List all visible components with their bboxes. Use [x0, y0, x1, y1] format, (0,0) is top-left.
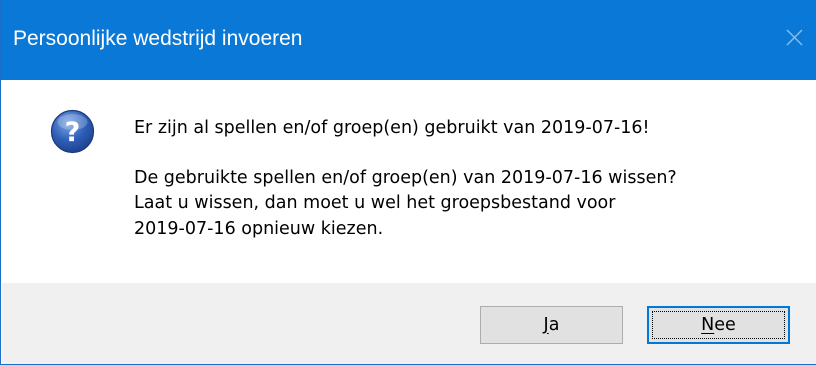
svg-text:?: ? [65, 117, 81, 148]
question-icon: ? [50, 109, 95, 154]
message-line-1: Er zijn al spellen en/of groep(en) gebru… [134, 118, 650, 138]
message-line-2: De gebruikte spellen en/of groep(en) van… [134, 168, 677, 188]
yes-button-label: Ja [543, 315, 560, 335]
message-line-3: Laat u wissen, dan moet u wel het groeps… [134, 193, 616, 213]
yes-button[interactable]: Ja [480, 306, 623, 344]
message-line-4: 2019-07-16 opnieuw kiezen. [134, 219, 384, 239]
close-button[interactable] [771, 14, 816, 60]
focus-ring [652, 311, 785, 339]
window-title: Persoonlijke wedstrijd invoeren [13, 27, 303, 50]
no-button[interactable]: Nee [647, 306, 790, 344]
close-icon [786, 29, 803, 46]
title-bar[interactable]: Persoonlijke wedstrijd invoeren [1, 0, 816, 80]
dialog-window: Persoonlijke wedstrijd invoeren ? Er zij… [0, 0, 816, 365]
